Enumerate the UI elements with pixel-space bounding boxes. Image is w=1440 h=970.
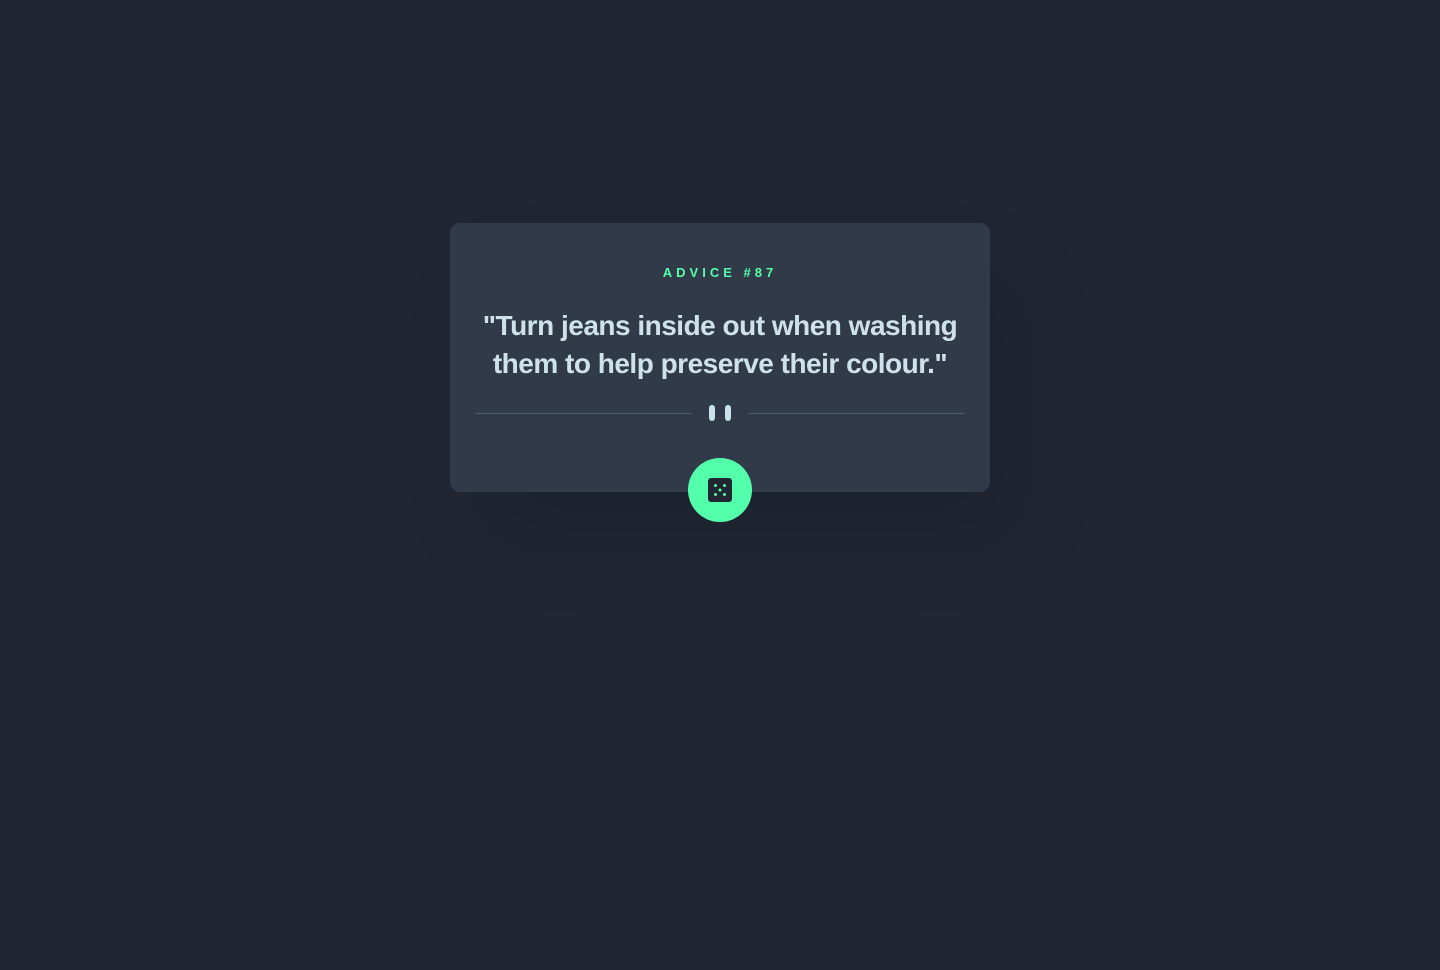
advice-card: ADVICE #87 "Turn jeans inside out when w… xyxy=(450,223,990,492)
pause-icon xyxy=(708,404,732,424)
divider xyxy=(475,404,965,424)
divider-line-right xyxy=(749,413,965,414)
generate-advice-button[interactable] xyxy=(688,458,752,522)
advice-quote: "Turn jeans inside out when washing them… xyxy=(482,310,958,379)
dice-icon xyxy=(708,478,732,502)
advice-id-label: ADVICE #87 xyxy=(662,265,778,280)
divider-line-left xyxy=(475,413,691,414)
page: ADVICE #87 "Turn jeans inside out when w… xyxy=(0,0,1440,970)
